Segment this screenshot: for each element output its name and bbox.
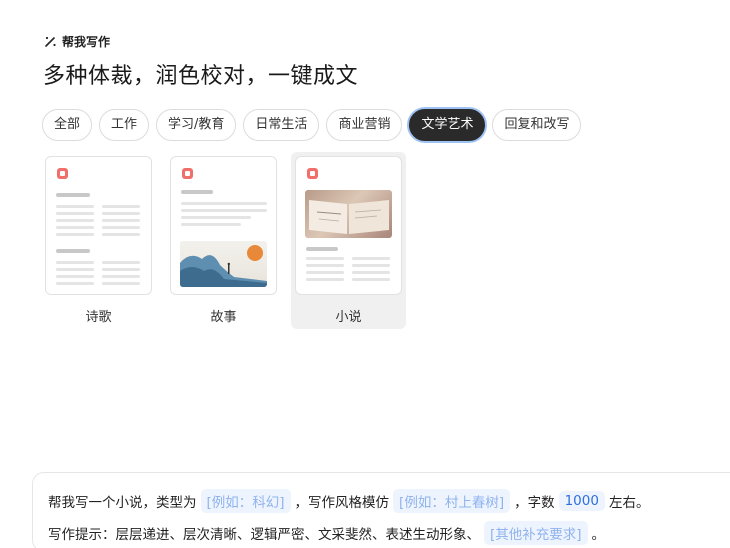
header-badge-label: 帮我写作 bbox=[62, 35, 111, 49]
template-card-poetry[interactable]: 诗歌 bbox=[41, 152, 156, 329]
prompt-text: 写作提示：层层递进、层次清晰、逻辑严密、文采斐然、表述生动形象、 bbox=[48, 527, 480, 543]
tab-all[interactable]: 全部 bbox=[42, 109, 93, 141]
tab-daily-life[interactable]: 日常生活 bbox=[243, 109, 320, 141]
magic-wand-icon bbox=[45, 36, 56, 47]
template-preview bbox=[170, 156, 277, 295]
prompt-text: ，写作风格模仿 bbox=[294, 495, 390, 511]
template-card-label: 故事 bbox=[210, 310, 237, 325]
header-badge: 帮我写作 bbox=[44, 33, 110, 50]
prompt-line-1: 帮我写一个小说，类型为 [例如：科幻] ，写作风格模仿 [例如：村上春树] ，字… bbox=[48, 489, 730, 513]
document-icon bbox=[57, 168, 68, 179]
prompt-text: 。 bbox=[591, 527, 606, 543]
template-preview bbox=[295, 156, 402, 295]
prompt-line-2: 写作提示：层层递进、层次清晰、逻辑严密、文采斐然、表述生动形象、 [其他补充要求… bbox=[48, 521, 730, 545]
landscape-illustration bbox=[180, 241, 267, 287]
tab-reply-rewrite[interactable]: 回复和改写 bbox=[492, 109, 582, 141]
prompt-text: ，字数 bbox=[514, 495, 555, 511]
template-card-label: 诗歌 bbox=[85, 310, 112, 325]
book-icon bbox=[307, 168, 318, 179]
slot-word-count[interactable]: 1000 bbox=[558, 491, 605, 511]
slot-style[interactable]: [例如：村上春树] bbox=[393, 489, 511, 513]
slot-extra-requirements[interactable]: [其他补充要求] bbox=[484, 521, 588, 545]
slot-genre[interactable]: [例如：科幻] bbox=[200, 489, 291, 513]
tab-literature-art[interactable]: 文学艺术 bbox=[409, 109, 486, 141]
prompt-text: 左右。 bbox=[608, 495, 650, 511]
template-card-label: 小说 bbox=[335, 310, 362, 325]
prompt-text: 帮我写一个小说，类型为 bbox=[48, 495, 197, 511]
tab-study-education[interactable]: 学习/教育 bbox=[156, 109, 237, 141]
tab-business-marketing[interactable]: 商业营销 bbox=[326, 109, 403, 141]
prompt-input[interactable]: 帮我写一个小说，类型为 [例如：科幻] ，写作风格模仿 [例如：村上春树] ，字… bbox=[32, 472, 730, 548]
template-card-story[interactable]: 故事 bbox=[166, 152, 281, 329]
book-illustration bbox=[305, 190, 392, 238]
template-preview bbox=[45, 156, 152, 295]
template-card-novel[interactable]: 小说 bbox=[291, 152, 406, 329]
page-title: 多种体裁，润色校对，一键成文 bbox=[43, 64, 359, 89]
template-cards: 诗歌 故事 小说 bbox=[41, 152, 406, 329]
chat-icon bbox=[182, 168, 193, 179]
tab-work[interactable]: 工作 bbox=[99, 109, 150, 141]
category-tabs: 全部 工作 学习/教育 日常生活 商业营销 文学艺术 回复和改写 bbox=[42, 109, 582, 141]
